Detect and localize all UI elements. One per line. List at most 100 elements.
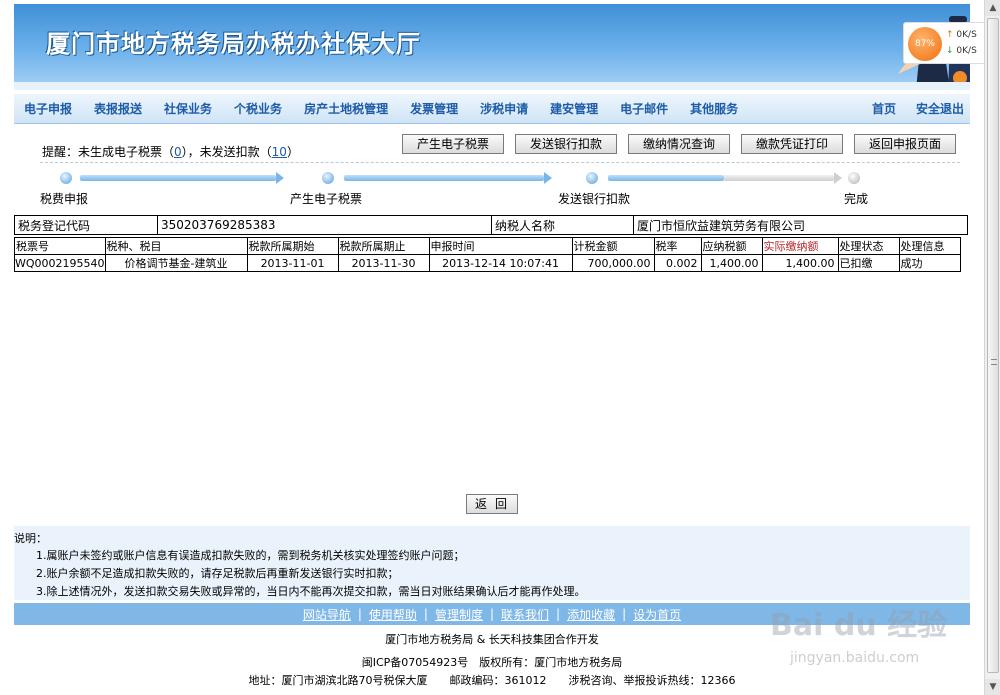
taxpayer-info-row: 税务登记代码 350203769285383 纳税人名称 厦门市恒欣益建筑劳务有… bbox=[14, 215, 968, 235]
col-tax-item: 税种、税目 bbox=[104, 237, 248, 255]
footer-contact-link[interactable]: 联系我们 bbox=[501, 606, 549, 623]
nav-other-services[interactable]: 其他服务 bbox=[690, 100, 738, 117]
step-dot-1 bbox=[60, 172, 72, 184]
col-message: 处理信息 bbox=[898, 237, 962, 255]
col-receipt-no: 税票号 bbox=[14, 237, 106, 255]
reminder-suffix: ） bbox=[286, 145, 299, 159]
notes-heading: 说明： bbox=[14, 532, 47, 545]
cell-message: 成功 bbox=[898, 254, 962, 272]
upload-arrow-icon: ↑ bbox=[946, 30, 954, 40]
cell-tax-rate: 0.002 bbox=[653, 254, 702, 272]
nav-social-security[interactable]: 社保业务 bbox=[164, 100, 212, 117]
reminder-prefix: 提醒：未生成电子税票（ bbox=[42, 145, 175, 159]
taxpayer-info-table: 税务登记代码 350203769285383 纳税人名称 厦门市恒欣益建筑劳务有… bbox=[14, 215, 968, 235]
nav-property-land-tax[interactable]: 房产土地税管理 bbox=[304, 100, 388, 117]
footer-homepage-link[interactable]: 设为首页 bbox=[633, 606, 681, 623]
col-tax-payable: 应纳税额 bbox=[700, 237, 763, 255]
progress-steps: 税费申报 产生电子税票 发送银行扣款 完成 bbox=[14, 170, 970, 214]
download-speed-row: ↓ 0K/S bbox=[946, 46, 977, 56]
taxpayer-name-value: 厦门市恒欣益建筑劳务有限公司 bbox=[633, 215, 968, 235]
banner-stripe bbox=[14, 82, 970, 90]
toolbar: 提醒：未生成电子税票（0），未发送扣款（10） 产生电子税票 发送银行扣款 缴纳… bbox=[14, 130, 970, 170]
nav-report-submission[interactable]: 表报报送 bbox=[94, 100, 142, 117]
page: 厦门市地方税务局办税办社保大厅 电子申报 表报报送 社保业务 个税业务 房产土地… bbox=[14, 0, 970, 687]
return-declaration-page-button[interactable]: 返回申报页面 bbox=[854, 134, 956, 154]
cell-status: 已扣缴 bbox=[837, 254, 900, 272]
nav-right: 首页 安全退出 bbox=[858, 100, 970, 117]
reminder-middle: ），未发送扣款（ bbox=[181, 145, 272, 159]
footer-help-link[interactable]: 使用帮助 bbox=[369, 606, 417, 623]
notes-panel: 说明： 1.属账户未签约或账户信息有误造成扣款失败的，需到税务机关核实处理签约账… bbox=[14, 526, 970, 600]
cell-actual-paid: 1,400.00 bbox=[761, 254, 839, 272]
nav-invoice-management[interactable]: 发票管理 bbox=[410, 100, 458, 117]
tax-code-label: 税务登记代码 bbox=[14, 215, 158, 235]
scroll-grip-icon bbox=[991, 359, 997, 365]
unissued-receipt-count-link[interactable]: 0 bbox=[174, 145, 182, 159]
step-arrow-1 bbox=[276, 172, 284, 184]
step-label-done: 完成 bbox=[844, 192, 869, 206]
nav-individual-tax[interactable]: 个税业务 bbox=[234, 100, 282, 117]
nav-construction-management[interactable]: 建安管理 bbox=[550, 100, 598, 117]
cell-tax-item: 价格调节基金-建筑业 bbox=[104, 254, 248, 272]
speed-percent: 87% bbox=[908, 27, 942, 61]
note-line-2: 2.账户余额不足造成扣款失败的，请存足税款后再重新发送银行实时扣款； bbox=[36, 567, 399, 580]
baidu-watermark-logo: Bai du 经验 bbox=[770, 608, 948, 643]
site-banner: 厦门市地方税务局办税办社保大厅 bbox=[14, 4, 970, 90]
step-label-receipt: 产生电子税票 bbox=[290, 192, 363, 206]
footer-address: 地址：厦门市湖滨北路70号税保大厦 邮政编码：361012 涉税咨询、举报投诉热… bbox=[248, 674, 736, 687]
col-period-end: 税款所属期止 bbox=[337, 237, 430, 255]
nav-home[interactable]: 首页 bbox=[872, 100, 896, 117]
col-status: 处理状态 bbox=[837, 237, 900, 255]
cell-period-end: 2013-11-30 bbox=[337, 254, 430, 272]
col-period-start: 税款所属期始 bbox=[246, 237, 339, 255]
cell-declare-time: 2013-12-14 10:07:41 bbox=[428, 254, 573, 272]
reminder-text: 提醒：未生成电子税票（0），未发送扣款（10） bbox=[42, 143, 299, 160]
nav-logout[interactable]: 安全退出 bbox=[916, 100, 964, 117]
step-bar-3 bbox=[608, 175, 724, 181]
footer-policy-link[interactable]: 管理制度 bbox=[435, 606, 483, 623]
step-label-send: 发送银行扣款 bbox=[558, 192, 631, 206]
col-tax-rate: 税率 bbox=[653, 237, 702, 255]
step-dot-2 bbox=[322, 172, 334, 184]
footer-bookmark-link[interactable]: 添加收藏 bbox=[567, 606, 615, 623]
cell-taxable-amount: 700,000.00 bbox=[571, 254, 655, 272]
vertical-scrollbar[interactable]: ▲ ▼ bbox=[984, 0, 1000, 695]
nav-email[interactable]: 电子邮件 bbox=[620, 100, 668, 117]
cell-period-start: 2013-11-01 bbox=[246, 254, 339, 272]
upload-speed: 0K/S bbox=[956, 30, 977, 40]
nav-tax-application[interactable]: 涉税申请 bbox=[480, 100, 528, 117]
send-bank-deduction-button[interactable]: 发送银行扣款 bbox=[515, 134, 617, 154]
table-row: WQ0002195540 价格调节基金-建筑业 2013-11-01 2013-… bbox=[14, 254, 962, 272]
scrollbar-thumb[interactable] bbox=[987, 18, 999, 673]
generate-tax-receipt-button[interactable]: 产生电子税票 bbox=[402, 134, 504, 154]
download-arrow-icon: ↓ bbox=[946, 46, 954, 56]
step-dot-4 bbox=[848, 172, 860, 184]
col-declare-time: 申报时间 bbox=[428, 237, 573, 255]
step-bar-1 bbox=[80, 175, 276, 181]
unsent-deduction-count-link[interactable]: 10 bbox=[272, 145, 287, 159]
cell-receipt-no: WQ0002195540 bbox=[14, 254, 106, 272]
table-header-row: 税票号 税种、税目 税款所属期始 税款所属期止 申报时间 计税金额 税率 应纳税… bbox=[14, 237, 962, 255]
baidu-watermark-url: jingyan.baidu.com bbox=[790, 650, 920, 666]
step-dot-3 bbox=[586, 172, 598, 184]
note-line-1: 1.属账户未签约或账户信息有误造成扣款失败的，需到税务机关核实处理签约账户问题； bbox=[36, 549, 465, 562]
col-actual-paid: 实际缴纳额 bbox=[761, 237, 839, 255]
nav-electronic-declaration[interactable]: 电子申报 bbox=[24, 100, 72, 117]
toolbar-divider bbox=[40, 162, 960, 163]
tax-code-value: 350203769285383 bbox=[157, 215, 492, 235]
step-bar-2 bbox=[344, 175, 544, 181]
step-arrow-3 bbox=[834, 172, 842, 184]
tax-detail-table: 税票号 税种、税目 税款所属期始 税款所属期止 申报时间 计税金额 税率 应纳税… bbox=[14, 237, 962, 272]
site-title: 厦门市地方税务局办税办社保大厅 bbox=[46, 29, 421, 58]
scroll-down-arrow-icon[interactable]: ▼ bbox=[985, 679, 1000, 695]
taxpayer-name-label: 纳税人名称 bbox=[491, 215, 634, 235]
main-nav: 电子申报 表报报送 社保业务 个税业务 房产土地税管理 发票管理 涉税申请 建安… bbox=[14, 94, 970, 124]
payment-voucher-print-button[interactable]: 缴款凭证打印 bbox=[741, 134, 843, 154]
back-button[interactable]: 返回 bbox=[466, 494, 518, 514]
cell-tax-payable: 1,400.00 bbox=[700, 254, 763, 272]
step-bar-4 bbox=[724, 175, 834, 181]
scroll-up-arrow-icon[interactable]: ▲ bbox=[985, 0, 1000, 16]
footer-site-nav-link[interactable]: 网站导航 bbox=[303, 606, 351, 623]
payment-status-query-button[interactable]: 缴纳情况查询 bbox=[628, 134, 730, 154]
note-line-3: 3.除上述情况外，发送扣款交易失败或异常的，当日内不能再次提交扣款，需当日对账结… bbox=[36, 585, 586, 598]
